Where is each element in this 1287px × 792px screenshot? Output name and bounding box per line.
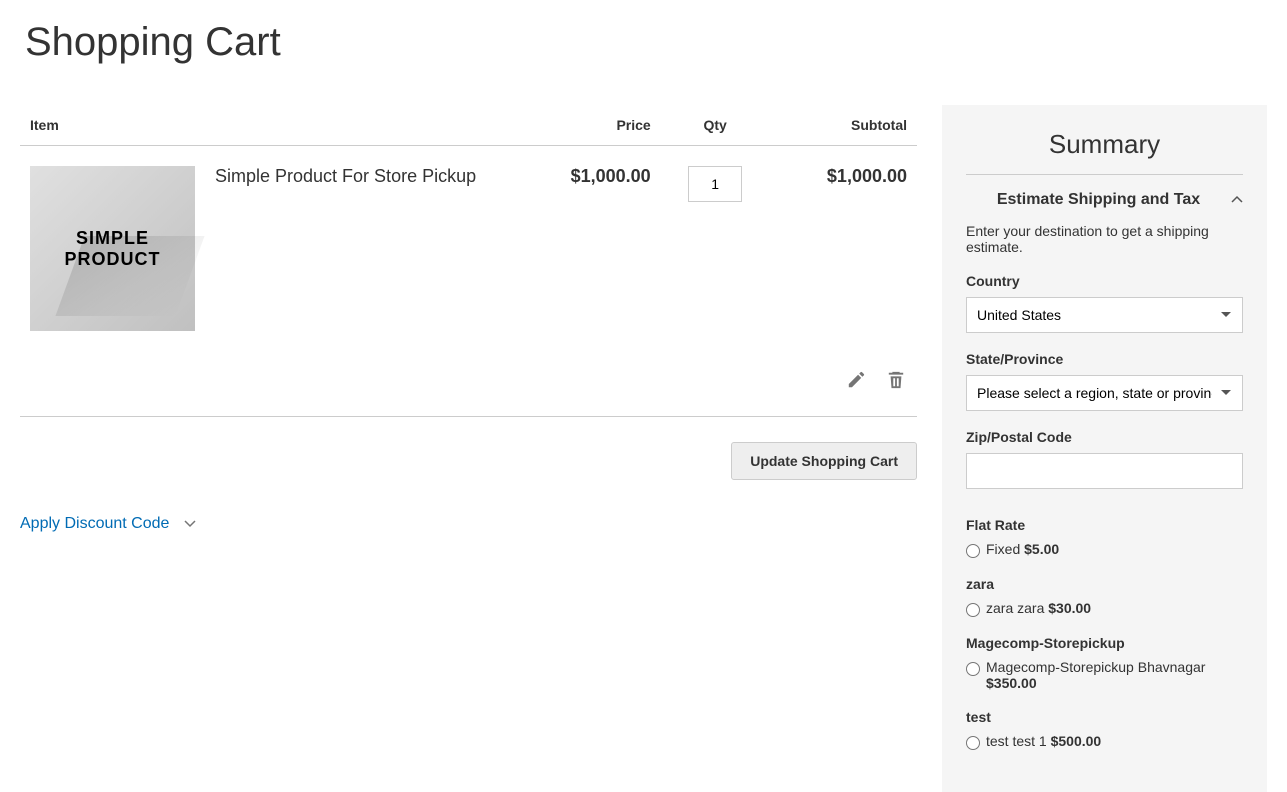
item-actions-row (20, 351, 917, 417)
product-image-text2: PRODUCT (65, 249, 161, 270)
summary-box: Summary Estimate Shipping and Tax Enter … (942, 105, 1267, 792)
method-title: zara (966, 576, 1243, 592)
cart-layout: Item Price Qty Subtotal SIMPLE PRODUCT (20, 105, 1267, 792)
method-radio[interactable] (966, 544, 980, 558)
method-label: test test 1 (986, 733, 1047, 749)
method-radio[interactable] (966, 662, 980, 676)
state-label: State/Province (966, 351, 1243, 367)
col-price-header: Price (513, 105, 660, 146)
country-select[interactable]: United States (966, 297, 1243, 333)
shipping-method-option[interactable]: Fixed $5.00 (966, 541, 1243, 558)
discount-toggle[interactable]: Apply Discount Code (20, 515, 197, 533)
chevron-down-icon (183, 517, 197, 531)
method-title: Flat Rate (966, 517, 1243, 533)
method-label: Magecomp-Storepickup Bhavnagar (986, 659, 1205, 675)
chevron-up-icon (1231, 194, 1243, 206)
method-title: Magecomp-Storepickup (966, 635, 1243, 651)
shipping-method-option[interactable]: zara zara $30.00 (966, 600, 1243, 617)
shipping-method-group: zara zara zara $30.00 (966, 576, 1243, 617)
shipping-method-group: test test test 1 $500.00 (966, 709, 1243, 750)
method-title: test (966, 709, 1243, 725)
zip-input[interactable] (966, 453, 1243, 489)
country-label: Country (966, 273, 1243, 289)
product-name[interactable]: Simple Product For Store Pickup (215, 166, 476, 331)
method-price: $350.00 (986, 675, 1037, 691)
col-item-header: Item (20, 105, 513, 146)
method-label: zara zara (986, 600, 1044, 616)
col-qty-header: Qty (661, 105, 770, 146)
zip-label: Zip/Postal Code (966, 429, 1243, 445)
trash-icon[interactable] (887, 371, 907, 391)
item-subtotal: $1,000.00 (770, 146, 917, 352)
method-price: $30.00 (1048, 600, 1091, 616)
summary-title: Summary (966, 129, 1243, 175)
summary-column: Summary Estimate Shipping and Tax Enter … (942, 105, 1267, 792)
method-price: $5.00 (1024, 541, 1059, 557)
qty-input[interactable] (688, 166, 742, 202)
shipping-method-group: Flat Rate Fixed $5.00 (966, 517, 1243, 558)
product-image[interactable]: SIMPLE PRODUCT (30, 166, 195, 331)
page-title: Shopping Cart (25, 20, 1267, 65)
col-subtotal-header: Subtotal (770, 105, 917, 146)
item-price: $1,000.00 (513, 146, 660, 352)
cart-table: Item Price Qty Subtotal SIMPLE PRODUCT (20, 105, 917, 417)
estimate-title: Estimate Shipping and Tax (966, 191, 1231, 209)
product-image-text1: SIMPLE (65, 228, 161, 249)
method-price: $500.00 (1051, 733, 1102, 749)
cart-column: Item Price Qty Subtotal SIMPLE PRODUCT (20, 105, 917, 792)
state-select[interactable]: Please select a region, state or provinc… (966, 375, 1243, 411)
shipping-method-option[interactable]: Magecomp-Storepickup Bhavnagar $350.00 (966, 659, 1243, 691)
method-radio[interactable] (966, 736, 980, 750)
cart-actions: Update Shopping Cart (20, 442, 917, 480)
shipping-method-group: Magecomp-Storepickup Magecomp-Storepicku… (966, 635, 1243, 691)
discount-toggle-label: Apply Discount Code (20, 515, 169, 533)
estimate-description: Enter your destination to get a shipping… (966, 223, 1243, 255)
shipping-methods: Flat Rate Fixed $5.00 zara zara zara $30… (966, 517, 1243, 750)
update-cart-button[interactable]: Update Shopping Cart (731, 442, 917, 480)
cart-row: SIMPLE PRODUCT Simple Product For Store … (20, 146, 917, 352)
estimate-shipping-toggle[interactable]: Estimate Shipping and Tax (966, 191, 1243, 209)
method-radio[interactable] (966, 603, 980, 617)
shipping-method-option[interactable]: test test 1 $500.00 (966, 733, 1243, 750)
method-label: Fixed (986, 541, 1020, 557)
edit-icon[interactable] (847, 371, 867, 391)
